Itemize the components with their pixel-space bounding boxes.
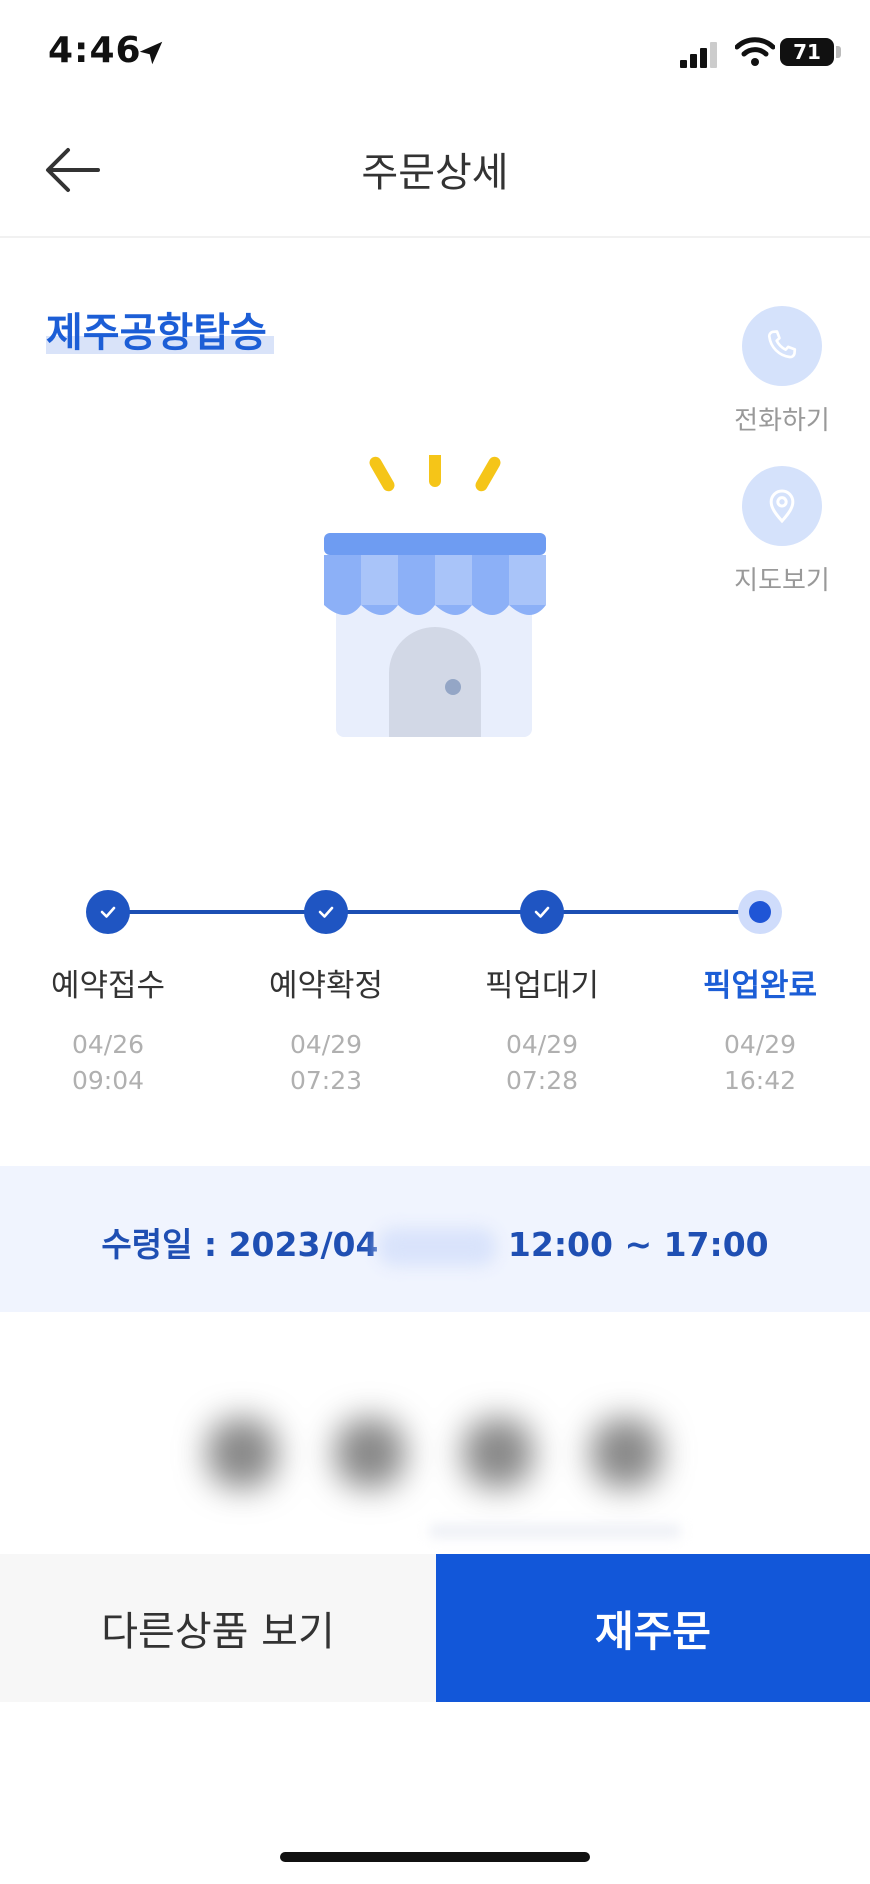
step-3-check-icon [520, 890, 564, 934]
step-date: 04/29 [505, 1030, 579, 1059]
step-label: 예약확정 [268, 968, 384, 1004]
step-time: 16:42 [723, 1066, 797, 1095]
call-label: 전화하기 [734, 406, 830, 436]
receive-date-suffix: 12:00 ~ 17:00 [507, 1225, 769, 1264]
signal-icon [680, 42, 717, 68]
battery-level: 71 [793, 40, 821, 64]
step-label: 예약접수 [50, 968, 166, 1004]
page-title: 주문상세 [361, 150, 509, 196]
reorder-button[interactable]: 재주문 [436, 1554, 870, 1702]
step-date: 04/29 [289, 1030, 363, 1059]
blurred-content [178, 1408, 690, 1498]
store-illustration [324, 455, 546, 737]
store-name: 제주공항탑승 [46, 310, 267, 356]
step-1: 예약접수 04/26 09:04 [8, 960, 208, 1099]
home-indicator[interactable] [280, 1852, 590, 1862]
step-2: 예약확정 04/29 07:23 [226, 960, 426, 1099]
blurred-line [430, 1524, 680, 1538]
progress-track [108, 910, 760, 914]
map-button[interactable]: 지도보기 [702, 466, 862, 597]
battery-cap [836, 46, 841, 58]
receive-date: 수령일 : 2023/04 12:00 ~ 17:00 [0, 1218, 870, 1266]
redacted-date [378, 1227, 497, 1266]
battery-icon: 71 [780, 38, 834, 66]
wifi-icon [735, 37, 775, 66]
step-3: 픽업대기 04/29 07:28 [442, 960, 642, 1099]
map-label: 지도보기 [734, 566, 830, 596]
step-2-check-icon [304, 890, 348, 934]
step-label: 픽업대기 [484, 968, 600, 1004]
step-1-check-icon [86, 890, 130, 934]
map-pin-icon [742, 466, 822, 546]
step-label: 픽업완료 [702, 968, 818, 1004]
status-time: 4:46 [48, 30, 142, 71]
view-other-products-button[interactable]: 다른상품 보기 [0, 1554, 436, 1702]
step-time: 07:28 [505, 1066, 579, 1095]
step-4: 픽업완료 04/29 16:42 [660, 960, 860, 1099]
step-time: 07:23 [289, 1066, 363, 1095]
phone-icon [742, 306, 822, 386]
receive-date-prefix: 수령일 : 2023/04 [101, 1225, 379, 1264]
call-button[interactable]: 전화하기 [702, 306, 862, 437]
step-date: 04/29 [723, 1030, 797, 1059]
step-time: 09:04 [71, 1066, 145, 1095]
step-date: 04/26 [71, 1030, 145, 1059]
step-4-current-indicator [738, 890, 782, 934]
location-arrow-icon [139, 41, 163, 65]
